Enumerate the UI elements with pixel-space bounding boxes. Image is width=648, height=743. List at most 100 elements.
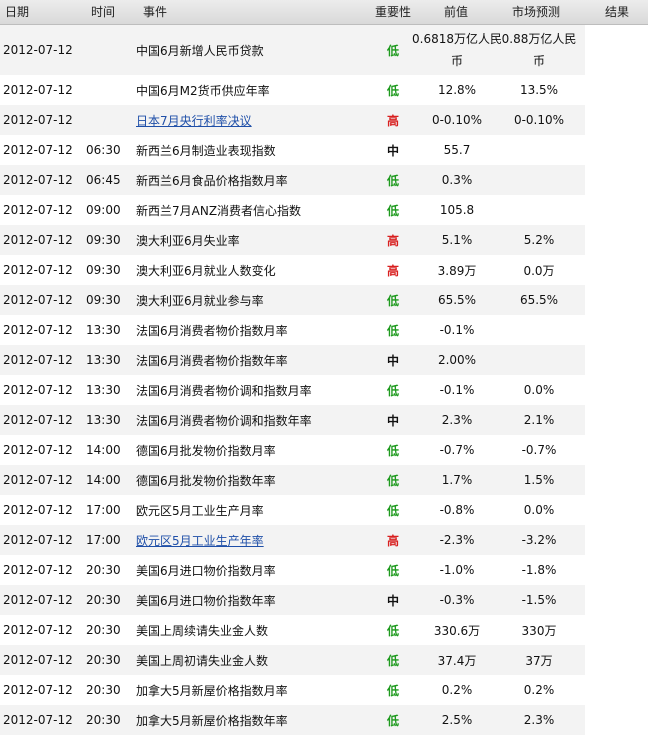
row-date: 2012-07-12 [3,203,73,217]
row-time: 13:30 [86,383,121,397]
header-time[interactable]: 时间 [91,0,115,24]
table-row: 2012-07-12 09:30 澳大利亚6月就业参与率 低 65.5% 65.5% [0,285,585,315]
header-result[interactable]: 结果 [605,0,629,24]
header-previous[interactable]: 前值 [444,0,468,24]
row-date: 2012-07-12 [3,353,73,367]
event-name: 欧元区5月工业生产月率 [136,503,264,518]
event-link[interactable]: 欧元区5月工业生产年率 [136,525,376,555]
row-time [86,25,126,75]
forecast-value: 2.3% [523,713,555,727]
importance-badge: 低 [386,173,399,188]
calendar-header: 日期 时间 事件 重要性 前值 市场预测 结果 [0,0,648,25]
importance-badge: 高 [386,263,399,278]
table-row: 2012-07-12 20:30 美国6月进口物价指数年率 中 -0.3% -1.5% [0,585,585,615]
row-time: 06:30 [86,143,121,157]
importance-badge: 低 [386,713,399,728]
header-importance[interactable]: 重要性 [375,0,411,24]
table-row: 2012-07-12 06:45 新西兰6月食品价格指数月率 低 0.3% [0,165,585,195]
forecast-value: 0.2% [523,683,555,697]
row-time: 09:30 [86,233,121,247]
row-date: 2012-07-12 [3,473,73,487]
row-date: 2012-07-12 [3,323,73,337]
forecast-value: 2.1% [523,413,555,427]
row-time: 09:00 [86,203,121,217]
importance-badge: 低 [386,43,399,58]
importance-badge: 低 [386,563,399,578]
event-link[interactable]: 日本7月央行利率决议 [136,105,376,135]
event-name: 美国6月进口物价指数月率 [136,563,276,578]
event-name: 美国上周初请失业金人数 [136,653,269,668]
event-name: 中国6月新增人民币贷款 [136,43,264,58]
forecast-value: 0-0.10% [513,113,565,127]
table-row: 2012-07-12 14:00 德国6月批发物价指数月率 低 -0.7% -0.7% [0,435,585,465]
header-date[interactable]: 日期 [5,0,29,24]
importance-badge: 低 [386,623,399,638]
table-row: 2012-07-12 17:00 欧元区5月工业生产月率 低 -0.8% 0.0% [0,495,585,525]
forecast-value [496,135,582,165]
previous-value: 0.3% [441,173,473,187]
row-date: 2012-07-12 [3,233,73,247]
header-forecast[interactable]: 市场预测 [512,0,560,24]
previous-value: -0.7% [439,443,475,457]
row-time: 20:30 [86,623,121,637]
row-date: 2012-07-12 [3,293,73,307]
row-time: 14:00 [86,473,121,487]
previous-value: -0.8% [439,503,475,517]
event-name: 新西兰6月制造业表现指数 [136,143,276,158]
event-name: 加拿大5月新屋价格指数月率 [136,683,288,698]
row-time: 20:30 [86,563,121,577]
forecast-value: 5.2% [523,233,555,247]
forecast-value: 65.5% [519,293,559,307]
header-event[interactable]: 事件 [143,0,167,24]
row-date: 2012-07-12 [3,563,73,577]
forecast-value [496,315,582,345]
row-date: 2012-07-12 [3,173,73,187]
table-row: 2012-07-12 20:30 美国上周初请失业金人数 低 37.4万 37万 [0,645,585,675]
row-time: 20:30 [86,653,121,667]
row-time: 17:00 [86,503,121,517]
row-time [86,105,126,135]
event-name: 澳大利亚6月就业参与率 [136,293,264,308]
table-row: 2012-07-12 20:30 美国6月进口物价指数月率 低 -1.0% -1.8% [0,555,585,585]
importance-badge: 低 [386,293,399,308]
table-row: 2012-07-12 13:30 法国6月消费者物价指数年率 中 2.00% [0,345,585,375]
previous-value: 65.5% [437,293,477,307]
table-row: 2012-07-12 13:30 法国6月消费者物价调和指数月率 低 -0.1% 0.0% [0,375,585,405]
row-time: 14:00 [86,443,121,457]
event-name: 德国6月批发物价指数年率 [136,473,276,488]
importance-badge: 低 [386,83,399,98]
forecast-value: -0.7% [521,443,557,457]
table-row: 2012-07-12 中国6月M2货币供应年率 低 12.8% 13.5% [0,75,585,105]
row-date: 2012-07-12 [3,143,73,157]
table-row: 2012-07-12 13:30 法国6月消费者物价调和指数年率 中 2.3% 2.1% [0,405,585,435]
previous-value: 330.6万 [433,623,481,638]
row-date: 2012-07-12 [3,503,73,517]
forecast-value: 37万 [525,653,553,668]
event-name: 新西兰7月ANZ消费者信心指数 [136,203,302,218]
previous-value: 55.7 [443,143,471,157]
row-time: 20:30 [86,593,121,607]
table-row: 2012-07-12 20:30 美国上周续请失业金人数 低 330.6万 330万 [0,615,585,645]
table-row: 2012-07-12 09:00 新西兰7月ANZ消费者信心指数 低 105.8 [0,195,585,225]
previous-value: 105.8 [439,203,475,217]
previous-value: -2.3% [439,533,475,547]
forecast-value [496,165,582,195]
forecast-value: 13.5% [519,83,559,97]
importance-badge: 低 [386,473,399,488]
table-row: 2012-07-12 14:00 德国6月批发物价指数年率 低 1.7% 1.5% [0,465,585,495]
row-date: 2012-07-12 [3,83,73,97]
row-date: 2012-07-12 [3,713,73,727]
row-date: 2012-07-12 [3,653,73,667]
row-time: 13:30 [86,353,121,367]
importance-badge: 低 [386,383,399,398]
row-time: 13:30 [86,323,121,337]
table-row: 2012-07-12 20:30 加拿大5月新屋价格指数月率 低 0.2% 0.2% [0,675,585,705]
importance-badge: 中 [386,143,399,158]
table-row: 2012-07-12 20:30 加拿大5月新屋价格指数年率 低 2.5% 2.3% [0,705,585,735]
table-row: 2012-07-12 09:30 澳大利亚6月就业人数变化 高 3.89万 0.0万 [0,255,585,285]
row-time: 20:30 [86,713,121,727]
importance-badge: 低 [386,203,399,218]
event-name: 美国上周续请失业金人数 [136,623,269,638]
importance-badge: 低 [386,443,399,458]
row-time: 17:00 [86,533,121,547]
